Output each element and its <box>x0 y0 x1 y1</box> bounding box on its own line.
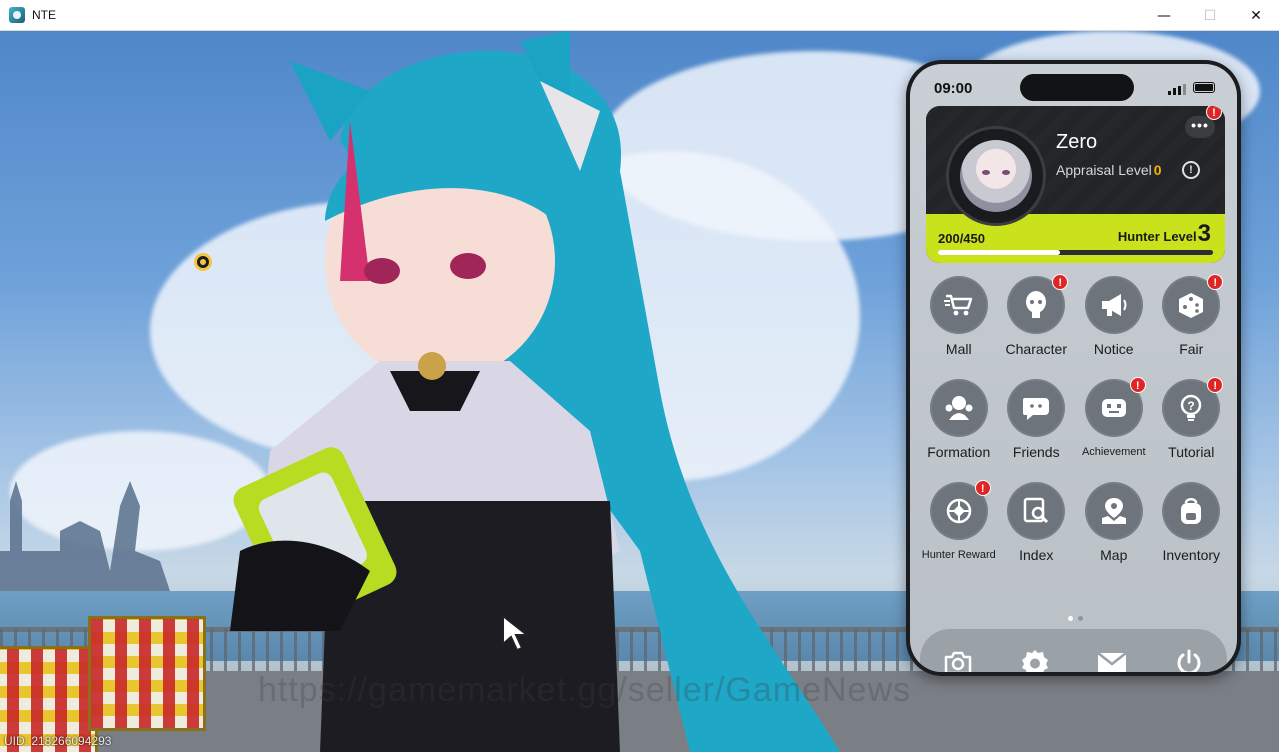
lightbulb-icon: ? ! <box>1162 377 1224 437</box>
app-label: Fair <box>1179 341 1204 357</box>
app-achievement[interactable]: ! Achievement <box>1075 377 1153 460</box>
app-tutorial[interactable]: ? ! Tutorial <box>1153 377 1231 460</box>
battery-icon <box>1193 82 1215 93</box>
gear-icon[interactable] <box>1015 643 1055 672</box>
character-icon: ! <box>1007 274 1069 334</box>
appraisal-level: Appraisal Level 0 <box>1056 162 1162 178</box>
hunter-level-label: Hunter Level <box>1117 229 1197 244</box>
info-icon[interactable]: ! <box>1182 161 1200 179</box>
dice-icon: ! <box>1162 274 1224 334</box>
backpack-icon <box>1162 482 1221 540</box>
app-label: Character <box>1005 341 1067 357</box>
app-label: Tutorial <box>1168 444 1215 460</box>
page-dot[interactable] <box>1068 616 1073 621</box>
map-pin-icon <box>1084 482 1143 540</box>
exp-progress-bar <box>938 250 1213 255</box>
megaphone-icon <box>1084 276 1143 334</box>
app-index[interactable]: Index <box>998 482 1076 563</box>
app-hunter-reward[interactable]: ! Hunter Reward <box>920 480 998 563</box>
minimize-button[interactable]: — <box>1141 0 1187 31</box>
checkered-barrier <box>88 616 206 731</box>
app-label: Notice <box>1093 341 1134 357</box>
app-label: Achievement <box>1081 446 1146 458</box>
notification-badge: ! <box>1129 377 1146 393</box>
waypoint-marker-icon[interactable] <box>194 253 212 271</box>
app-label: Hunter Reward <box>921 549 996 561</box>
close-button[interactable]: ✕ <box>1233 0 1279 31</box>
robot-icon: ! <box>1084 377 1146 437</box>
window-title: NTE <box>32 8 56 22</box>
page-indicator <box>1068 616 1083 621</box>
window-title-bar: NTE — ☐ ✕ <box>0 0 1279 31</box>
app-formation[interactable]: Formation <box>920 379 998 460</box>
app-friends[interactable]: Friends <box>998 379 1076 460</box>
maximize-button[interactable]: ☐ <box>1187 0 1233 31</box>
notification-badge: ! <box>1052 274 1069 290</box>
app-label: Friends <box>1012 444 1060 460</box>
app-grid: Mall ! Character Notice ! Fair Formation… <box>920 274 1235 563</box>
player-character <box>230 31 840 752</box>
phone-dock <box>920 629 1227 672</box>
status-time: 09:00 <box>934 80 973 97</box>
notification-badge: ! <box>1207 377 1224 393</box>
camera-icon[interactable] <box>938 643 978 672</box>
appraisal-level-value: 0 <box>1153 162 1162 178</box>
svg-text:?: ? <box>1188 399 1195 413</box>
app-mall[interactable]: Mall <box>920 276 998 357</box>
app-character[interactable]: ! Character <box>998 274 1076 357</box>
app-fair[interactable]: ! Fair <box>1153 274 1231 357</box>
phone-menu: 09:00 Zero Appraisal Level 0 ! ••• ! 200/… <box>906 60 1241 676</box>
phone-notch <box>1020 74 1134 101</box>
power-icon[interactable] <box>1169 643 1209 672</box>
app-label: Inventory <box>1162 547 1221 563</box>
app-icon <box>9 7 25 23</box>
app-map[interactable]: Map <box>1075 482 1153 563</box>
player-name: Zero <box>1056 131 1098 153</box>
avatar[interactable] <box>946 126 1046 226</box>
player-uid: UID: 218266094293 <box>4 734 112 748</box>
notification-badge: ! <box>1207 274 1224 290</box>
phone-screen: 09:00 Zero Appraisal Level 0 ! ••• ! 200/… <box>910 64 1237 672</box>
avatar-image <box>960 140 1032 212</box>
chat-icon <box>1007 379 1066 437</box>
profile-card[interactable]: Zero Appraisal Level 0 ! ••• ! 200/450 Hu… <box>926 106 1225 263</box>
game-viewport[interactable]: https://gamemarket.gg/seller/GameNews UI… <box>0 31 1279 752</box>
signal-icon <box>1168 84 1186 95</box>
watermark-text: https://gamemarket.gg/seller/GameNews <box>258 671 912 709</box>
page-dot[interactable] <box>1078 616 1083 621</box>
hunter-level-value: 3 <box>1197 220 1211 247</box>
exp-progress-fill <box>938 250 1061 255</box>
cart-icon <box>929 276 988 334</box>
app-label: Mall <box>945 341 972 357</box>
formation-icon <box>929 379 988 437</box>
target-icon: ! <box>929 480 991 540</box>
app-label: Formation <box>927 444 991 460</box>
exp-progress-text: 200/450 <box>938 231 985 246</box>
appraisal-label: Appraisal Level <box>1056 162 1152 178</box>
app-notice[interactable]: Notice <box>1075 276 1153 357</box>
mouse-cursor-icon <box>502 614 530 652</box>
hunter-level: Hunter Level3 <box>1118 220 1211 248</box>
app-label: Index <box>1019 547 1054 563</box>
app-inventory[interactable]: Inventory <box>1153 482 1231 563</box>
mail-icon[interactable] <box>1092 643 1132 672</box>
app-label: Map <box>1100 547 1128 563</box>
notification-badge: ! <box>974 480 991 496</box>
search-book-icon <box>1007 482 1066 540</box>
